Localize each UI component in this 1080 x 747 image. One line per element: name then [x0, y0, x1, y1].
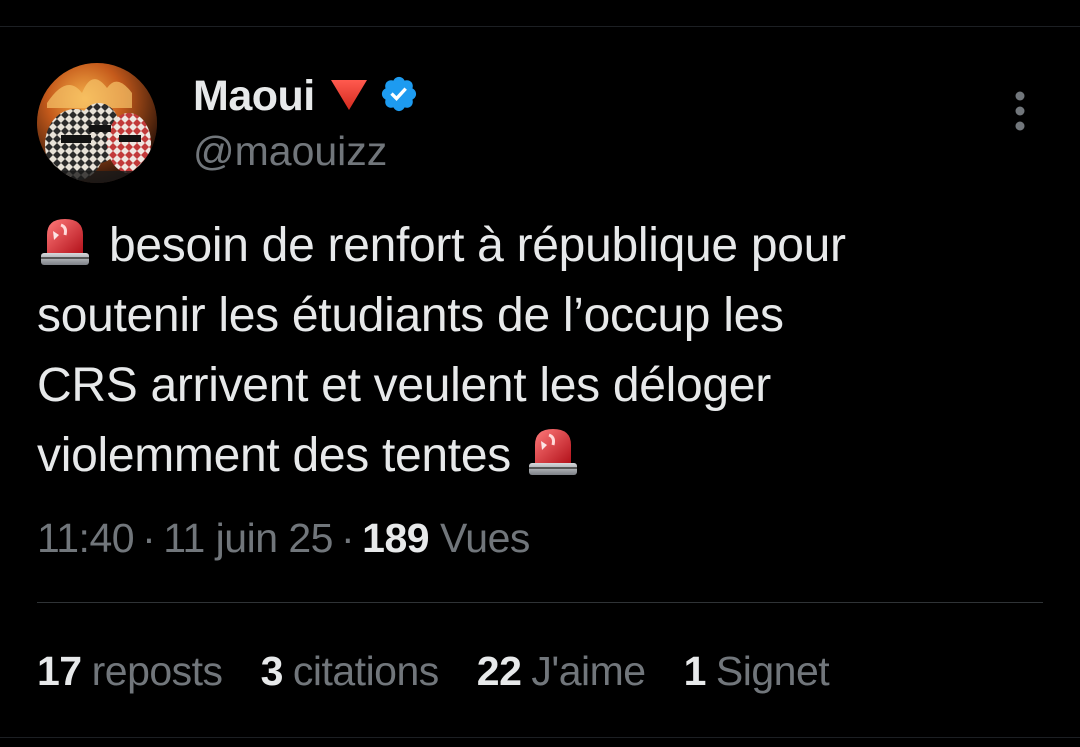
tweet-time[interactable]: 11:40 — [37, 515, 135, 561]
author-display-name[interactable]: Maoui — [193, 72, 315, 121]
avatar[interactable] — [37, 63, 157, 183]
tweet-line: CRS arrivent et veulent les déloger — [37, 359, 771, 412]
police-siren-icon — [528, 429, 577, 475]
likes-label: J'aime — [531, 648, 646, 694]
quotes-stat[interactable]: 3 citations — [260, 648, 440, 695]
quotes-count: 3 — [260, 648, 284, 694]
views-label: Vues — [439, 515, 530, 561]
more-vertical-icon — [1015, 91, 1025, 131]
more-options-button[interactable] — [1006, 90, 1034, 134]
reposts-count: 17 — [37, 648, 82, 694]
tweet-line: soutenir les étudiants de l’occup les — [37, 289, 784, 342]
tweet-date[interactable]: 11 juin 25 — [163, 515, 333, 561]
tweet-line: violemment des tentes — [37, 421, 1047, 491]
tweet-meta: 11:40 · 11 juin 25 · 189 Vues — [37, 515, 530, 562]
tweet-line: besoin de renfort à république pour — [37, 211, 1047, 281]
reposts-label: reposts — [91, 648, 223, 694]
views-count: 189 — [362, 515, 430, 561]
quotes-label: citations — [292, 648, 439, 694]
author-name-row[interactable]: Maoui — [193, 70, 419, 122]
tweet-line-text: besoin de renfort à république pour — [109, 219, 846, 272]
meta-separator: · — [341, 515, 355, 561]
author-handle[interactable]: @maouizz — [193, 128, 387, 175]
bookmarks-label: Signet — [715, 648, 830, 694]
likes-count: 22 — [476, 648, 522, 694]
stats-divider — [37, 602, 1043, 603]
red-triangle-down-icon — [329, 76, 369, 117]
meta-separator: · — [142, 515, 156, 561]
police-siren-icon — [41, 219, 89, 265]
tweet-text: besoin de renfort à république pour sout… — [37, 211, 1047, 491]
reposts-stat[interactable]: 17 reposts — [37, 648, 223, 695]
bookmarks-stat[interactable]: 1 Signet — [684, 648, 830, 695]
avatar-image — [37, 63, 157, 183]
bottom-divider — [0, 737, 1080, 738]
verified-badge-icon[interactable] — [379, 74, 419, 119]
bookmarks-count: 1 — [683, 648, 707, 694]
likes-stat[interactable]: 22 J'aime — [477, 648, 646, 695]
engagement-stats: 17 reposts 3 citations 22 J'aime 1 Signet — [37, 648, 867, 695]
top-divider — [0, 26, 1080, 27]
tweet-line-text: violemment des tentes — [37, 429, 511, 482]
